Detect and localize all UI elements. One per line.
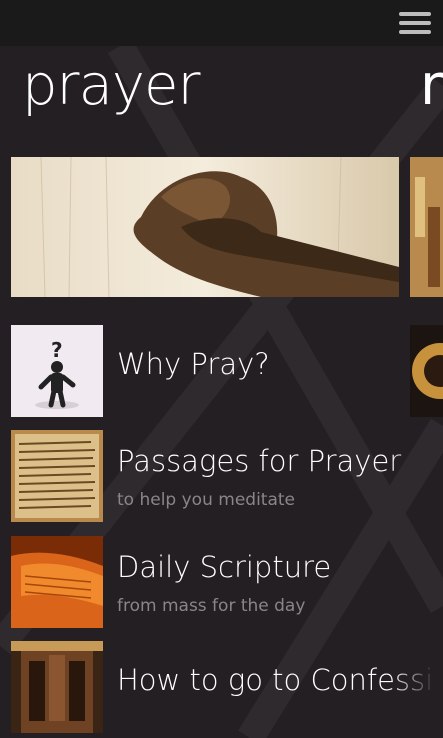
- open-book-thumbnail: [11, 536, 103, 628]
- bible-page-thumbnail: [11, 430, 103, 522]
- item-title: Why Pray?: [117, 347, 270, 381]
- svg-text:?: ?: [51, 338, 63, 362]
- menu-line: [399, 21, 431, 25]
- list-item-daily-scripture[interactable]: Daily Scripture from mass for the day: [11, 536, 443, 628]
- hero-praying-hands-image[interactable]: [11, 157, 399, 297]
- list-item-how-to-confession[interactable]: How to go to Confession: [11, 641, 443, 733]
- item-title: Passages for Prayer: [117, 444, 402, 478]
- menu-line: [399, 30, 431, 34]
- item-title: Daily Scripture: [117, 550, 332, 584]
- page-title: prayer: [22, 53, 201, 118]
- list-item-why-pray[interactable]: ? Why Pray?: [11, 325, 443, 417]
- top-app-bar: [0, 0, 443, 46]
- question-figure-thumbnail: ?: [11, 325, 103, 417]
- item-subtitle: from mass for the day: [117, 596, 306, 616]
- item-subtitle: to help you meditate: [117, 490, 296, 510]
- item-title: How to go to Confession: [117, 663, 437, 697]
- hamburger-menu-icon[interactable]: [399, 12, 431, 34]
- next-section-image-peek[interactable]: [410, 157, 443, 297]
- confessional-thumbnail: [11, 641, 103, 733]
- next-section-title-peek[interactable]: r: [420, 58, 443, 114]
- menu-line: [399, 12, 431, 16]
- list-item-passages-for-prayer[interactable]: Passages for Prayer to help you meditate: [11, 430, 443, 522]
